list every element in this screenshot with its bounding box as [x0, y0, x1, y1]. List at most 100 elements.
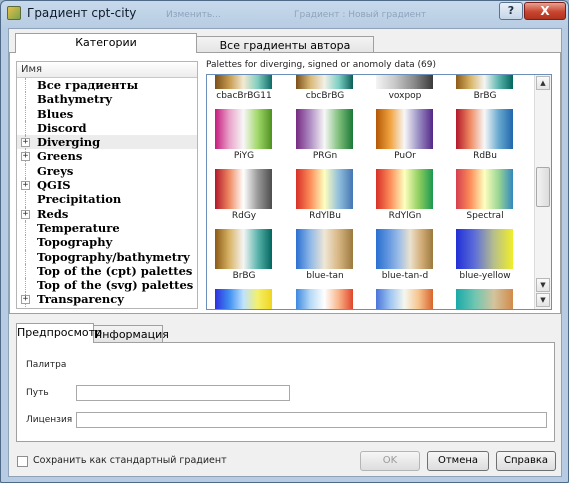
- palette-name[interactable]: Spectral: [445, 211, 525, 221]
- expand-icon[interactable]: +: [21, 152, 30, 162]
- palette-swatch[interactable]: [215, 229, 272, 269]
- palette-swatch[interactable]: [376, 229, 433, 269]
- expand-icon[interactable]: +: [21, 181, 30, 191]
- save-default-label: Сохранить как стандартный градиент: [33, 455, 227, 466]
- tab-preview[interactable]: Предпросмотр: [16, 323, 102, 343]
- ok-button[interactable]: OK: [360, 451, 420, 471]
- license-field[interactable]: [76, 412, 547, 428]
- tree-item[interactable]: Top of the (svg) palettes: [17, 278, 197, 293]
- tree-connector-line: [25, 163, 26, 179]
- palette-name[interactable]: blue-tan-d: [365, 271, 445, 281]
- tree-connector-line: [25, 192, 26, 207]
- tree-item-label: Top of the (svg) palettes: [37, 278, 194, 293]
- palette-swatch[interactable]: [456, 169, 513, 209]
- palette-swatch[interactable]: [456, 109, 513, 149]
- palette-name[interactable]: BrBG: [445, 91, 525, 101]
- dialog-client-area: Категории Все градиенты автора Имя Все г…: [8, 28, 562, 477]
- palette-swatch[interactable]: [215, 109, 272, 149]
- tree-item-label: Blues: [37, 106, 74, 121]
- help-button[interactable]: Справка: [496, 451, 556, 471]
- help-icon[interactable]: ?: [499, 2, 523, 20]
- close-icon[interactable]: X: [524, 2, 566, 20]
- tree-item[interactable]: + QGIS: [17, 178, 197, 193]
- tree-item[interactable]: Greys: [17, 163, 197, 179]
- tree-item-label: Все градиенты: [37, 78, 139, 92]
- palette-label: Палитра: [26, 360, 67, 370]
- tree-item[interactable]: Top of the (cpt) palettes: [17, 263, 197, 279]
- scroll-thumb[interactable]: [536, 167, 550, 207]
- tree-connector-line: [25, 235, 26, 250]
- palette-scrollbar[interactable]: ▲ ▼ ▼: [534, 75, 551, 309]
- tree-item[interactable]: + Transparency: [17, 292, 197, 307]
- palette-name[interactable]: PiYG: [207, 151, 284, 161]
- expand-icon[interactable]: +: [21, 295, 30, 305]
- expand-icon[interactable]: +: [21, 209, 30, 219]
- tab-categories[interactable]: Категории: [15, 33, 197, 53]
- palette-swatch[interactable]: [215, 75, 272, 89]
- tree-item-label: Greens: [37, 149, 83, 164]
- tree-item[interactable]: + Reds: [17, 206, 197, 221]
- tree-item[interactable]: Все градиенты: [17, 78, 197, 93]
- palette-name[interactable]: RdYlGn: [365, 211, 445, 221]
- palette-name[interactable]: PuOr: [365, 151, 445, 161]
- palette-name[interactable]: cbacBrBG11: [207, 91, 284, 101]
- palette-name[interactable]: blue-tan: [285, 271, 365, 281]
- palette-name[interactable]: blue-yellow: [445, 271, 525, 281]
- scroll-down-icon[interactable]: ▼: [536, 293, 550, 307]
- palette-swatch[interactable]: [456, 229, 513, 269]
- cancel-button[interactable]: Отмена: [427, 451, 489, 471]
- category-tree[interactable]: Имя Все градиенты Bathymetry Blues Discord +…: [16, 61, 198, 309]
- tree-item-label: Topography/bathymetry: [37, 249, 190, 264]
- palette-swatch[interactable]: [376, 75, 433, 89]
- palette-name[interactable]: RdGy: [207, 211, 284, 221]
- tree-connector-line: [25, 263, 26, 279]
- tree-item[interactable]: Discord: [17, 120, 197, 136]
- palette-name[interactable]: cbcBrBG: [285, 91, 365, 101]
- tree-connector-line: [25, 249, 26, 264]
- tree-connector-line: [25, 278, 26, 293]
- palette-swatch[interactable]: [456, 289, 513, 309]
- palette-swatch[interactable]: [296, 229, 353, 269]
- tree-item[interactable]: Topography/bathymetry: [17, 249, 197, 264]
- tree-item[interactable]: Blues: [17, 106, 197, 121]
- palette-swatch[interactable]: [296, 169, 353, 209]
- palette-name[interactable]: voxpop: [365, 91, 445, 101]
- scroll-down-small-icon[interactable]: ▼: [536, 278, 550, 292]
- palette-swatch[interactable]: [215, 169, 272, 209]
- save-default-checkbox[interactable]: [17, 456, 28, 467]
- palette-name[interactable]: RdYlBu: [285, 211, 365, 221]
- path-label: Путь: [26, 388, 49, 398]
- tree-item-label: Transparency: [37, 292, 124, 307]
- expand-icon[interactable]: +: [21, 138, 30, 148]
- tree-item-label: Top of the (cpt) palettes: [37, 263, 193, 278]
- palette-grid[interactable]: cbacBrBG11 cbcBrBG voxpop BrBG PiYG PRGn PuOr R…: [206, 74, 552, 310]
- tree-item[interactable]: + Diverging: [17, 135, 197, 150]
- palettes-caption: Palettes for diverging, signed or anomol…: [206, 60, 437, 70]
- palette-name[interactable]: RdBu: [445, 151, 525, 161]
- palette-swatch[interactable]: [296, 289, 353, 309]
- scroll-up-icon[interactable]: ▲: [536, 76, 550, 90]
- tree-item[interactable]: + Greens: [17, 149, 197, 164]
- tree-connector-line: [25, 78, 26, 93]
- path-field[interactable]: [76, 385, 290, 401]
- palette-swatch[interactable]: [376, 289, 433, 309]
- palette-name[interactable]: BrBG: [207, 271, 284, 281]
- palette-name[interactable]: PRGn: [285, 151, 365, 161]
- tree-item[interactable]: Bathymetry: [17, 92, 197, 107]
- dialog-window: Градиент cpt-city Изменить... Градиент :…: [0, 0, 569, 483]
- tree-item-label: Topography: [37, 235, 113, 250]
- palette-swatch[interactable]: [376, 109, 433, 149]
- palette-swatch[interactable]: [215, 289, 272, 309]
- background-title-left: Изменить...: [166, 10, 221, 20]
- background-title-right: Градиент : Новый градиент: [294, 10, 427, 20]
- tree-item[interactable]: Topography: [17, 235, 197, 250]
- palette-swatch[interactable]: [456, 75, 513, 89]
- window-title: Градиент cpt-city: [27, 6, 137, 20]
- title-bar[interactable]: Градиент cpt-city Изменить... Градиент :…: [1, 1, 568, 27]
- palette-swatch[interactable]: [376, 169, 433, 209]
- palette-swatch[interactable]: [296, 75, 353, 89]
- tree-item[interactable]: Precipitation: [17, 192, 197, 207]
- palette-swatch[interactable]: [296, 109, 353, 149]
- tree-column-header[interactable]: Имя: [17, 62, 197, 78]
- tree-item[interactable]: Temperature: [17, 220, 197, 236]
